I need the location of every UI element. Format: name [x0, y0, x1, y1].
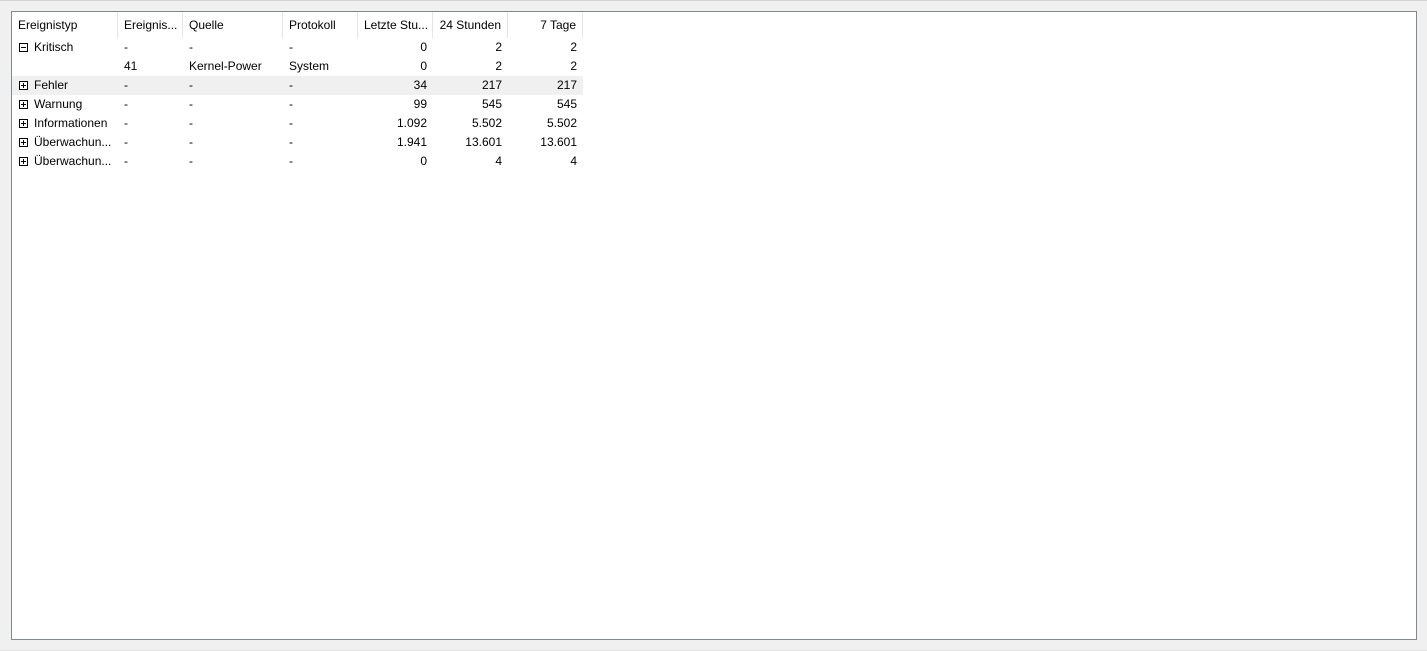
hours-24-cell: 5.502 — [471, 116, 502, 130]
source-cell: - — [189, 116, 193, 130]
event-type-cell: Fehler — [12, 76, 118, 95]
event-type-label: Überwachun... — [34, 154, 112, 168]
event-id-cell: - — [124, 78, 128, 92]
column-header-7-days[interactable]: 7 Tage — [508, 12, 583, 38]
last-hour-cell: 1.941 — [396, 135, 427, 149]
table-row-kritisch[interactable]: Kritisch - - - 0 2 2 — [12, 38, 583, 57]
event-id-cell: - — [124, 116, 128, 130]
table-row-warnung[interactable]: Warnung - - - 99 545 545 — [12, 95, 583, 114]
event-id-cell: - — [124, 40, 128, 54]
log-cell: System — [289, 59, 330, 73]
last-hour-cell: 34 — [413, 78, 427, 92]
event-type-label: Warnung — [34, 97, 83, 111]
event-type-cell: Informationen — [12, 114, 118, 133]
event-type-label: Fehler — [34, 78, 69, 92]
column-header-24-hours[interactable]: 24 Stunden — [433, 12, 508, 38]
table-row-fehler[interactable]: Fehler - - - 34 217 217 — [12, 76, 583, 95]
table-row-ueberwachung-1[interactable]: Überwachun... - - - 1.941 13.601 13.601 — [12, 133, 583, 152]
hours-24-cell: 545 — [481, 97, 502, 111]
days-7-cell: 13.601 — [540, 135, 577, 149]
source-cell: - — [189, 40, 193, 54]
plus-box-icon[interactable] — [19, 100, 28, 109]
last-hour-cell: 99 — [413, 97, 427, 111]
table-row-informationen[interactable]: Informationen - - - 1.092 5.502 5.502 — [12, 114, 583, 133]
plus-box-icon[interactable] — [19, 119, 28, 128]
column-header-log[interactable]: Protokoll — [283, 12, 358, 38]
last-hour-cell: 1.092 — [396, 116, 427, 130]
log-cell: - — [289, 40, 293, 54]
last-hour-cell: 0 — [420, 40, 427, 54]
last-hour-cell: 0 — [420, 154, 427, 168]
event-type-label: Kritisch — [34, 40, 74, 54]
plus-box-icon[interactable] — [19, 81, 28, 90]
event-type-cell: Warnung — [12, 95, 118, 114]
event-type-cell — [12, 57, 118, 76]
hours-24-cell: 217 — [481, 78, 502, 92]
log-cell: - — [289, 116, 293, 130]
table-row-child[interactable]: 41 Kernel-Power System 0 2 2 — [12, 57, 583, 76]
hours-24-cell: 2 — [495, 40, 502, 54]
source-cell: - — [189, 78, 193, 92]
log-cell: - — [289, 78, 293, 92]
event-type-cell: Kritisch — [12, 38, 118, 57]
source-cell: - — [189, 154, 193, 168]
event-type-label: Überwachun... — [34, 135, 112, 149]
hours-24-cell: 13.601 — [465, 135, 502, 149]
days-7-cell: 4 — [570, 154, 577, 168]
hours-24-cell: 4 — [495, 154, 502, 168]
hours-24-cell: 2 — [495, 59, 502, 73]
source-cell: - — [189, 97, 193, 111]
last-hour-cell: 0 — [420, 59, 427, 73]
column-header-event-type[interactable]: Ereignistyp — [12, 12, 118, 38]
top-divider — [0, 0, 1427, 1]
event-type-cell: Überwachun... — [12, 152, 118, 171]
days-7-cell: 2 — [570, 40, 577, 54]
plus-box-icon[interactable] — [19, 138, 28, 147]
source-cell: - — [189, 135, 193, 149]
column-header-row: Ereignistyp Ereignis... Quelle Protokoll… — [12, 12, 583, 38]
event-id-cell: - — [124, 135, 128, 149]
event-id-cell: - — [124, 154, 128, 168]
column-header-last-hour[interactable]: Letzte Stu... — [358, 12, 433, 38]
column-header-source[interactable]: Quelle — [183, 12, 283, 38]
column-header-event-id[interactable]: Ereignis... — [118, 12, 183, 38]
table-body: Kritisch - - - 0 2 2 41 Kernel-Power Sys… — [12, 38, 583, 171]
event-type-cell: Überwachun... — [12, 133, 118, 152]
days-7-cell: 5.502 — [546, 116, 577, 130]
table-row-ueberwachung-2[interactable]: Überwachun... - - - 0 4 4 — [12, 152, 583, 171]
log-cell: - — [289, 97, 293, 111]
event-summary-list[interactable]: Ereignistyp Ereignis... Quelle Protokoll… — [11, 11, 1417, 640]
event-id-cell: - — [124, 97, 128, 111]
minus-box-icon[interactable] — [19, 43, 28, 52]
source-cell: Kernel-Power — [189, 59, 262, 73]
event-id-cell: 41 — [124, 59, 138, 73]
event-type-label: Informationen — [34, 116, 108, 130]
log-cell: - — [289, 154, 293, 168]
log-cell: - — [289, 135, 293, 149]
days-7-cell: 217 — [556, 78, 577, 92]
plus-box-icon[interactable] — [19, 157, 28, 166]
days-7-cell: 545 — [556, 97, 577, 111]
days-7-cell: 2 — [570, 59, 577, 73]
